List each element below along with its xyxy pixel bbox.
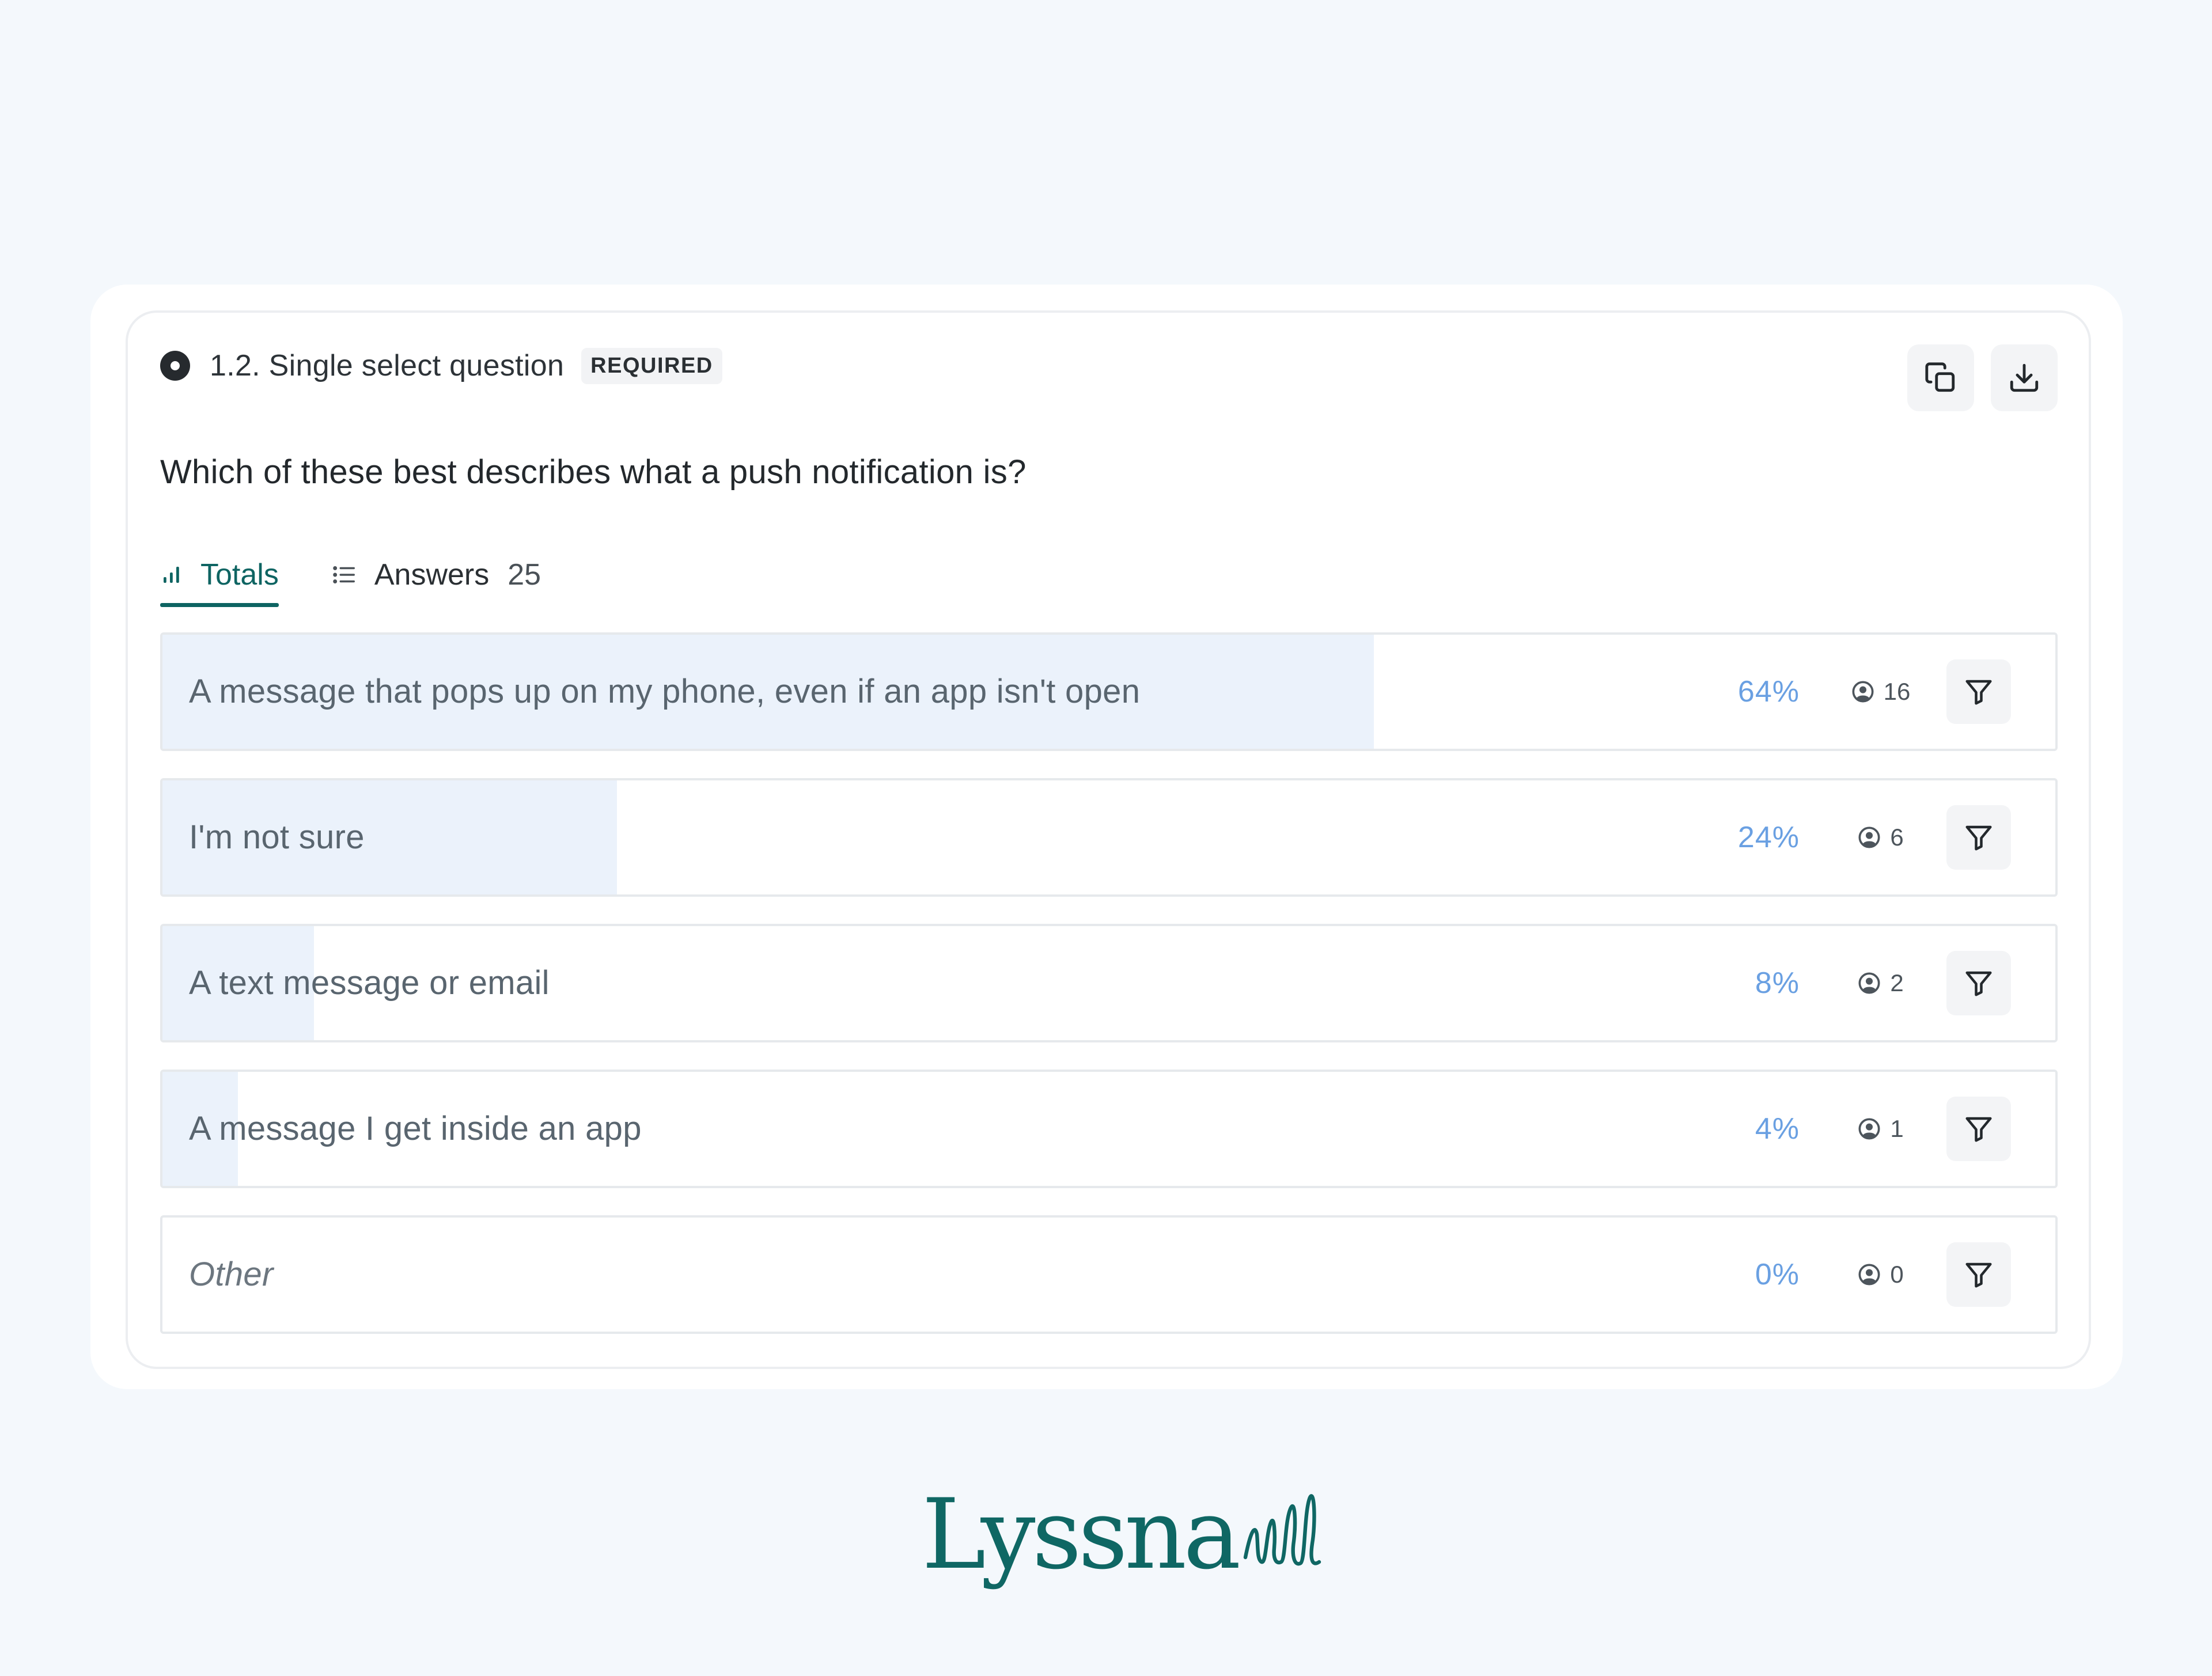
filter-button[interactable] — [1946, 951, 2011, 1015]
option-respondent-count: 6 — [1843, 780, 1918, 894]
option-row: Other 0% 0 — [160, 1215, 2058, 1334]
filter-button[interactable] — [1946, 1097, 2011, 1161]
required-badge: REQUIRED — [581, 347, 722, 384]
question-type: 1.2. Single select question — [210, 349, 565, 382]
option-percentage: 8% — [1755, 966, 1800, 1000]
answers-count: 25 — [507, 558, 541, 591]
filter-button[interactable] — [1946, 805, 2011, 870]
option-respondent-count: 16 — [1843, 635, 1918, 749]
option-count-value: 1 — [1890, 1115, 1904, 1142]
user-circle-icon — [1858, 1117, 1881, 1140]
filter-button[interactable] — [1946, 1242, 2011, 1307]
option-respondent-count: 1 — [1843, 1072, 1918, 1186]
option-label: Other — [189, 1256, 274, 1293]
option-percentage: 24% — [1737, 821, 1800, 854]
question-text: Which of these best describes what a pus… — [160, 453, 1027, 491]
tab-answers-label: Answers — [374, 558, 490, 591]
option-label: A message that pops up on my phone, even… — [189, 673, 1141, 710]
copy-button[interactable] — [1907, 344, 1974, 411]
option-percentage: 64% — [1737, 675, 1800, 708]
option-row: A text message or email 8% 2 — [160, 924, 2058, 1042]
question-header: 1.2. Single select question REQUIRED — [160, 346, 722, 386]
download-icon — [2010, 363, 2039, 392]
option-label: I'm not sure — [189, 818, 365, 856]
filter-icon — [1965, 1117, 1992, 1142]
option-count-value: 6 — [1890, 824, 1904, 851]
filter-icon — [1965, 680, 1992, 705]
tab-totals[interactable]: Totals — [160, 553, 279, 607]
user-circle-icon — [1851, 680, 1874, 703]
option-respondent-count: 2 — [1843, 926, 1918, 1040]
bar-chart-icon — [160, 563, 183, 586]
option-percentage: 4% — [1755, 1112, 1800, 1146]
option-row: A message I get inside an app 4% 1 — [160, 1070, 2058, 1188]
lyssna-logo: Lyssna — [922, 1485, 1321, 1583]
option-count-value: 16 — [1883, 678, 1911, 705]
option-count-value: 0 — [1890, 1261, 1904, 1288]
tab-answers[interactable]: Answers 25 — [331, 553, 541, 597]
option-count-value: 2 — [1890, 969, 1904, 996]
user-circle-icon — [1858, 1263, 1881, 1286]
option-label: A text message or email — [189, 964, 550, 1002]
filter-icon — [1965, 825, 1992, 851]
option-respondent-count: 0 — [1843, 1218, 1918, 1332]
option-label: A message I get inside an app — [189, 1110, 642, 1147]
option-percentage: 0% — [1755, 1258, 1800, 1291]
logo-mark-icon — [1244, 1494, 1321, 1566]
tab-totals-label: Totals — [200, 558, 279, 591]
copy-icon — [1925, 362, 1955, 392]
filter-button[interactable] — [1946, 659, 2011, 724]
logo-text: Lyssna — [922, 1478, 1241, 1591]
list-icon — [331, 562, 357, 588]
user-circle-icon — [1858, 826, 1881, 849]
radio-icon — [160, 351, 190, 381]
filter-icon — [1965, 971, 1992, 996]
option-row: A message that pops up on my phone, even… — [160, 632, 2058, 751]
download-button[interactable] — [1991, 344, 2058, 411]
filter-icon — [1965, 1262, 1992, 1288]
results-tabs: Totals Answers 25 — [160, 553, 541, 611]
user-circle-icon — [1858, 972, 1881, 995]
option-row: I'm not sure 24% 6 — [160, 778, 2058, 897]
